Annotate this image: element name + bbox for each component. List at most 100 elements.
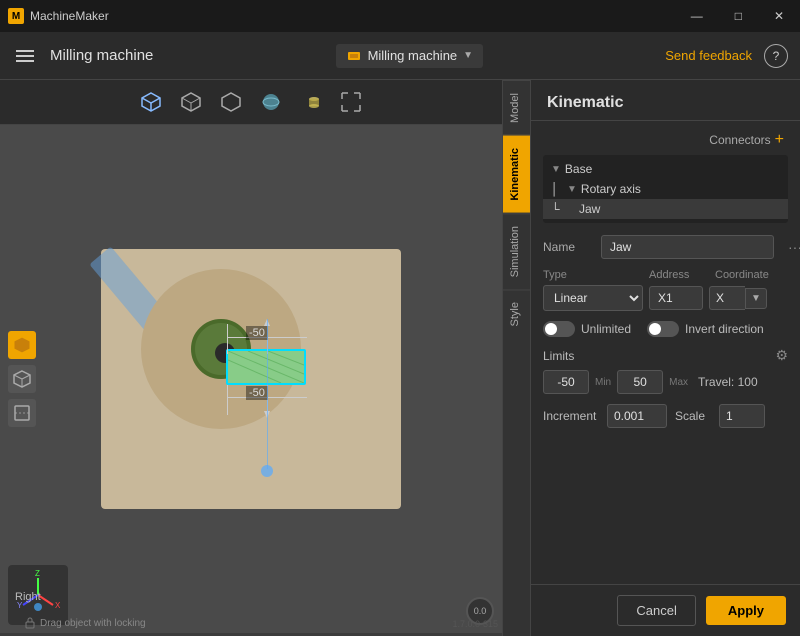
machine-icon [346,48,362,64]
canvas-3d[interactable]: -50 -50 [0,125,502,633]
expand-btn[interactable] [335,86,367,118]
app-icon: M [8,8,24,24]
cube-solid-btn[interactable] [135,86,167,118]
tree-item-rotary[interactable]: │ ▼ Rotary axis [543,179,788,199]
right-panel: Kinematic Connectors + ▼ Base │ [530,80,800,636]
cube-outline-btn[interactable] [175,86,207,118]
scale-label: Scale [675,409,711,423]
hamburger-line3 [16,60,34,62]
cube-outline-icon [180,91,202,113]
panel-footer: Cancel Apply [531,584,800,636]
dim-bot-label: -50 [246,386,268,400]
tree-item-jaw[interactable]: └ Jaw [543,199,788,219]
increment-input[interactable] [607,404,667,428]
coordinate-input[interactable] [709,286,745,310]
dim-line-bot-v2 [227,385,228,415]
tree-label-base: Base [565,162,592,176]
cube-orange-btn[interactable] [8,331,36,359]
scale-input[interactable] [719,404,765,428]
tab-style[interactable]: Style [503,289,530,338]
dim-top-label: -50 [246,326,268,340]
toolbar-row [0,80,502,125]
left-cubes [8,331,36,427]
cube-wire-icon [13,370,31,388]
unlimited-toggle[interactable] [543,321,575,337]
tree-arrow-rotary: ▼ [567,184,577,195]
cube-corner-btn[interactable] [215,86,247,118]
unlimited-toggle-group: Unlimited [543,321,631,337]
tree-container: ▼ Base │ ▼ Rotary axis └ Jaw [543,155,788,223]
titlebar-left: M MachineMaker [8,8,109,24]
svg-text:X: X [55,601,61,610]
type-select[interactable]: Linear Rotary [543,285,643,311]
dots-button[interactable]: ··· [782,237,800,257]
name-input[interactable] [601,235,774,259]
cube-flat-icon [13,404,31,422]
titlebar: M MachineMaker — □ ✕ [0,0,800,32]
jaw-pattern [228,351,304,383]
tab-kinematic[interactable]: Kinematic [503,135,530,213]
help-button[interactable]: ? [764,44,788,68]
travel-label: Travel: 100 [698,375,758,389]
gear-button[interactable]: ⚙ [775,347,788,364]
limit-min-input[interactable] [543,370,589,394]
cube-corner-icon [220,91,242,113]
tree-item-base[interactable]: ▼ Base [543,159,788,179]
minimize-button[interactable]: — [683,7,711,25]
panel-header: Kinematic [531,80,800,121]
limit-max-sublabel: Max [669,377,688,388]
add-connector-btn[interactable]: + [771,131,788,149]
maximize-button[interactable]: □ [727,7,750,25]
tree-indent-2: └ [551,202,575,216]
name-row: Name ··· [543,235,788,259]
expand-icon [340,91,362,113]
tree-indent-1: │ [551,182,563,196]
tree-arrow-base: ▼ [551,164,561,175]
col-headers: Type Address Coordinate [543,269,788,281]
limits-row: Min Max Travel: 100 [543,370,788,394]
hamburger-menu[interactable] [12,46,38,66]
jaw-element [226,349,306,385]
speed-value: 0.0 [474,606,487,616]
cube-orange-icon [13,336,31,354]
tab-simulation[interactable]: Simulation [503,213,530,289]
cube-wire-btn[interactable] [8,365,36,393]
controls-row: Linear Rotary ▼ [543,285,788,311]
apply-button[interactable]: Apply [706,596,786,625]
hamburger-line1 [16,50,34,52]
limits-section-label: Limits ⚙ [543,347,788,364]
close-button[interactable]: ✕ [766,7,792,25]
sphere-btn[interactable] [255,86,287,118]
cancel-button[interactable]: Cancel [617,595,695,626]
dim-line-top-v2 [227,324,228,354]
axis-endpoint [261,465,273,477]
tab-model[interactable]: Model [503,80,530,135]
feedback-button[interactable]: Send feedback [665,48,752,63]
limit-min-sublabel: Min [595,377,611,388]
axis-line-v [267,319,268,469]
address-input[interactable] [649,286,703,310]
cylinder-btn[interactable] [295,86,327,118]
machine-selector[interactable]: Milling machine ▼ [336,44,484,68]
titlebar-controls: — □ ✕ [683,7,792,25]
hamburger-line2 [16,55,34,57]
version-info: 1.7.0.0-315 [452,619,498,629]
drag-hint-text: Drag object with locking [40,618,146,629]
limits-label: Limits [543,349,574,363]
lock-icon [24,617,36,629]
limit-max-input[interactable] [617,370,663,394]
side-tabs: Model Kinematic Simulation Style [502,80,530,636]
cube-solid-icon [140,91,162,113]
app-name: MachineMaker [30,9,109,23]
coordinate-dropdown-arrow[interactable]: ▼ [745,288,767,309]
main-layout: -50 -50 [0,80,800,636]
coordinate-col-header: Coordinate [715,269,785,281]
invert-label: Invert direction [685,322,764,336]
increment-label: Increment [543,409,599,423]
panel-title: Kinematic [547,94,623,111]
app-title: Milling machine [50,47,153,64]
cube-flat-btn[interactable] [8,399,36,427]
tree-label-jaw: Jaw [579,202,600,216]
invert-toggle[interactable] [647,321,679,337]
topbar-center: Milling machine ▼ [336,44,484,68]
